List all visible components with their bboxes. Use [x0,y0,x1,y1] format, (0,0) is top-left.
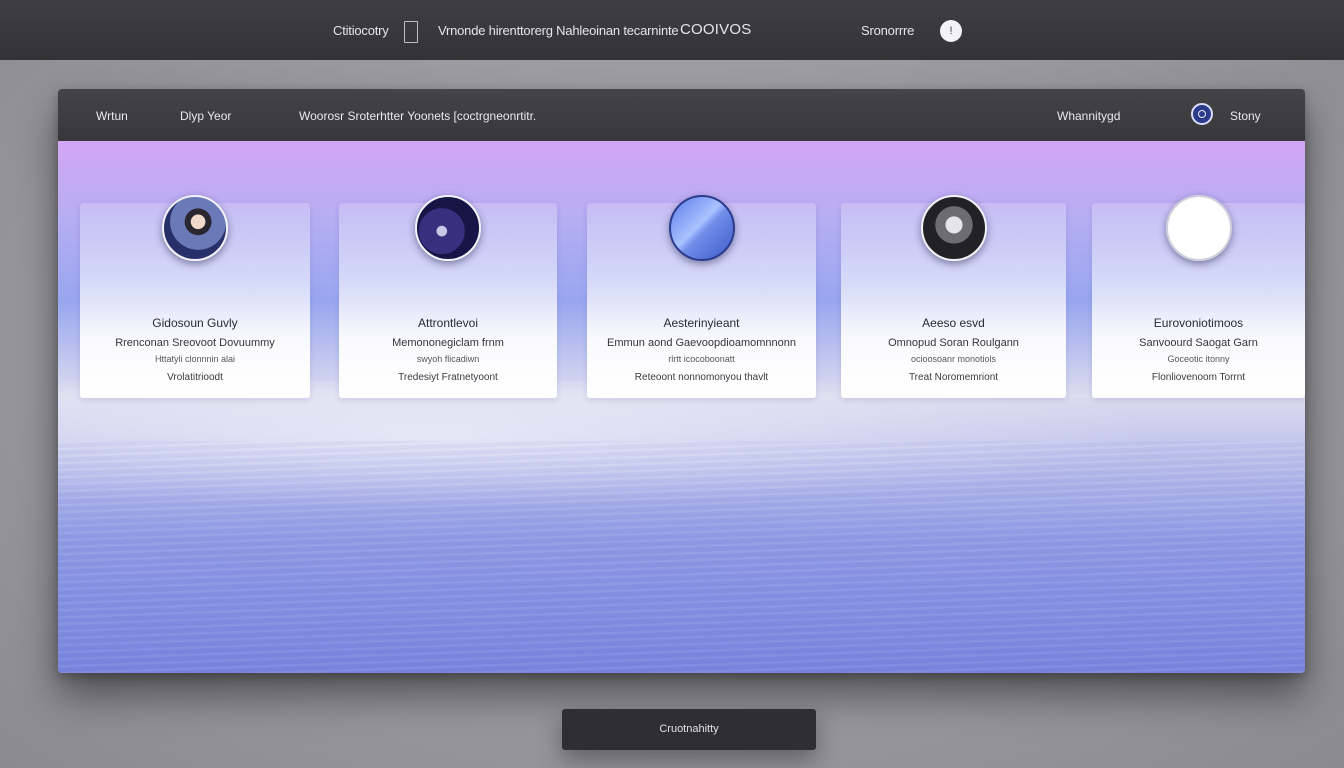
header-description: Woorosr Sroterhtter Yoonets [coctrgneonr… [299,109,537,123]
card-name: Aesterinyieant [663,316,740,330]
nav-item-1[interactable]: Wrtun [96,109,128,123]
hero-background: Gidosoun Guvly Rrenconan Sreovoot Dovuum… [58,141,1305,673]
card-subtitle: Sanvoourd Saogat Garn [1139,337,1258,349]
blank-avatar-icon [1165,195,1232,261]
top-bar-brand: COOIVOS [680,21,752,38]
abstract-photo-icon [415,195,481,261]
portrait-photo-icon [920,195,987,261]
profile-card[interactable]: Eurovoniotimoos Sanvoourd Saogat Garn Go… [1092,195,1305,398]
top-bar-left-label[interactable]: Ctitiocotry [333,23,389,38]
card-link[interactable]: Vrolatitrioodt [80,372,310,383]
card-name: Eurovoniotimoos [1153,316,1244,330]
background-water [58,441,1305,673]
card-detail: ocioosoanr monotiols [910,354,997,364]
card-name: Aeeso esvd [922,316,985,330]
profile-card[interactable]: Aesterinyieant Emmun aond Gaevoopdioamom… [587,195,816,398]
top-bar: Ctitiocotry Vrnonde hirenttorerg Nahleoi… [0,0,1344,60]
card-subtitle: Emmun aond Gaevoopdioamomnnonn [607,337,796,349]
card-subtitle: Omnopud Soran Roulgann [888,337,1019,349]
card-link[interactable]: Treat Noromemriont [841,372,1066,383]
top-bar-right-label[interactable]: Sronorrre [861,23,914,38]
header-right-link[interactable]: Whannitygd [1057,109,1120,123]
card-subtitle: Memononegiclam frnm [392,337,504,349]
card-link[interactable]: Reteoont nonnomonyou thavlt [587,372,816,383]
header-account-link[interactable]: Stony [1230,109,1261,123]
info-button[interactable]: ! [940,20,962,42]
card-detail: Goceotic itonny [1167,354,1230,364]
window-toggle-icon[interactable] [404,21,418,43]
card-name: Attrontlevoi [417,316,479,330]
nav-item-2[interactable]: Dlyp Yeor [180,109,231,123]
card-link[interactable]: Tredesiyt Fratnetyoont [339,372,557,383]
profile-card[interactable]: Attrontlevoi Memononegiclam frnm swyoh f… [339,195,557,398]
top-bar-middle-label: Vrnonde hirenttorerg Nahleoinan tecarnin… [438,23,679,38]
app-window: Wrtun Dlyp Yeor Woorosr Sroterhtter Yoon… [58,89,1305,673]
profile-icon[interactable] [1191,103,1213,125]
window-header: Wrtun Dlyp Yeor Woorosr Sroterhtter Yoon… [58,89,1305,141]
profile-card[interactable]: Gidosoun Guvly Rrenconan Sreovoot Dovuum… [80,195,310,398]
card-link[interactable]: Flonliovenoom Torrnt [1092,372,1305,383]
card-detail: Httatyli clonnnin alai [154,354,236,364]
card-detail: rlrtt icocoboonatt [668,354,735,364]
bottom-action-button[interactable]: Cruotnahitty [562,709,816,750]
profile-card[interactable]: Aeeso esvd Omnopud Soran Roulgann ocioos… [841,195,1066,398]
card-subtitle: Rrenconan Sreovoot Dovuummy [115,337,275,349]
blue-glass-icon [668,195,735,261]
card-detail: swyoh flicadiwn [416,354,480,364]
card-name: Gidosoun Guvly [152,316,238,330]
person-photo-icon [162,195,228,261]
